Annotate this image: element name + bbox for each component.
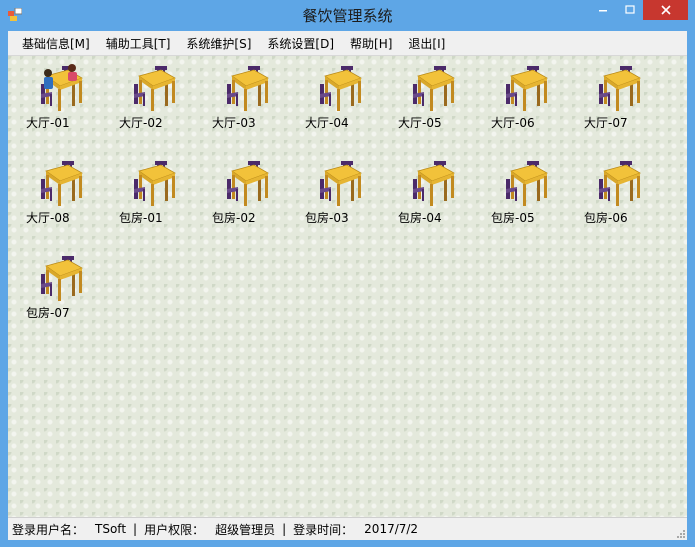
dining-table-icon — [131, 159, 179, 207]
menu-help[interactable]: 帮助[H] — [342, 32, 400, 55]
table-label: 大厅-02 — [119, 116, 163, 130]
table-label: 大厅-05 — [398, 116, 442, 130]
minimize-button[interactable] — [589, 0, 616, 20]
resize-grip-icon[interactable] — [675, 528, 685, 538]
menu-maintenance[interactable]: 系统维护[S] — [178, 32, 259, 55]
dining-table-icon — [410, 64, 458, 112]
dining-table-icon — [503, 159, 551, 207]
table-label: 包房-07 — [26, 306, 70, 320]
table-label: 大厅-06 — [491, 116, 535, 130]
table-item[interactable]: 包房-05 — [481, 151, 574, 241]
status-user-value: TSoft — [95, 522, 127, 536]
dining-table-icon — [596, 64, 644, 112]
dining-table-icon — [224, 159, 272, 207]
menu-exit[interactable]: 退出[I] — [400, 32, 453, 55]
status-separator: | — [282, 522, 287, 536]
client-area: 基础信息[M] 辅助工具[T] 系统维护[S] 系统设置[D] 帮助[H] 退出… — [8, 31, 687, 540]
table-label: 包房-04 — [398, 211, 442, 225]
maximize-icon — [624, 5, 635, 14]
table-item[interactable]: 包房-07 — [16, 246, 109, 336]
minimize-icon — [598, 10, 607, 12]
menu-bar: 基础信息[M] 辅助工具[T] 系统维护[S] 系统设置[D] 帮助[H] 退出… — [8, 31, 687, 56]
table-item[interactable]: 大厅-07 — [574, 56, 667, 146]
dining-table-icon — [38, 159, 86, 207]
table-list-view[interactable]: 大厅-01 大厅-02 大厅-03 大厅-04 大厅-05 大厅-06 大厅-07 大厅-08… — [8, 56, 687, 517]
table-label: 包房-05 — [491, 211, 535, 225]
status-permission-label: 用户权限： — [144, 522, 205, 537]
table-label: 包房-03 — [305, 211, 349, 225]
close-icon — [660, 5, 671, 15]
status-permission-value: 超级管理员 — [215, 522, 276, 537]
table-label: 大厅-04 — [305, 116, 349, 130]
dining-table-icon — [131, 64, 179, 112]
table-item[interactable]: 包房-04 — [388, 151, 481, 241]
title-bar[interactable]: 餐饮管理系统 — [0, 0, 695, 31]
table-item[interactable]: 包房-06 — [574, 151, 667, 241]
table-item[interactable]: 大厅-08 — [16, 151, 109, 241]
table-item[interactable]: 包房-01 — [109, 151, 202, 241]
app-window: 餐饮管理系统 基础信息[M] 辅助工具[T] 系统维护[S] 系统设置[D] 帮… — [0, 0, 695, 547]
menu-basic-info[interactable]: 基础信息[M] — [8, 32, 98, 55]
table-label: 大厅-01 — [26, 116, 70, 130]
table-item[interactable]: 大厅-01 — [16, 56, 109, 146]
dining-table-icon — [317, 159, 365, 207]
dining-table-icon — [224, 64, 272, 112]
maximize-button[interactable] — [616, 0, 643, 20]
table-item[interactable]: 包房-03 — [295, 151, 388, 241]
occupied-table-icon — [38, 64, 86, 112]
status-bar: 登录用户名： TSoft | 用户权限： 超级管理员 | 登录时间： 2017/… — [8, 517, 687, 540]
table-item[interactable]: 大厅-06 — [481, 56, 574, 146]
dining-table-icon — [317, 64, 365, 112]
status-time-value: 2017/7/2 — [364, 522, 419, 536]
dining-table-icon — [596, 159, 644, 207]
status-user-label: 登录用户名： — [12, 522, 85, 537]
table-label: 包房-06 — [584, 211, 628, 225]
menu-settings[interactable]: 系统设置[D] — [259, 32, 342, 55]
status-separator: | — [133, 522, 138, 536]
table-label: 大厅-07 — [584, 116, 628, 130]
menu-tools[interactable]: 辅助工具[T] — [98, 32, 179, 55]
table-label: 包房-02 — [212, 211, 256, 225]
close-button[interactable] — [643, 0, 688, 20]
table-item[interactable]: 大厅-02 — [109, 56, 202, 146]
dining-table-icon — [410, 159, 458, 207]
dining-table-icon — [38, 254, 86, 302]
status-time-label: 登录时间： — [293, 522, 354, 537]
table-label: 包房-01 — [119, 211, 163, 225]
table-label: 大厅-08 — [26, 211, 70, 225]
table-item[interactable]: 大厅-03 — [202, 56, 295, 146]
table-label: 大厅-03 — [212, 116, 256, 130]
dining-table-icon — [503, 64, 551, 112]
table-item[interactable]: 大厅-04 — [295, 56, 388, 146]
table-item[interactable]: 大厅-05 — [388, 56, 481, 146]
table-item[interactable]: 包房-02 — [202, 151, 295, 241]
